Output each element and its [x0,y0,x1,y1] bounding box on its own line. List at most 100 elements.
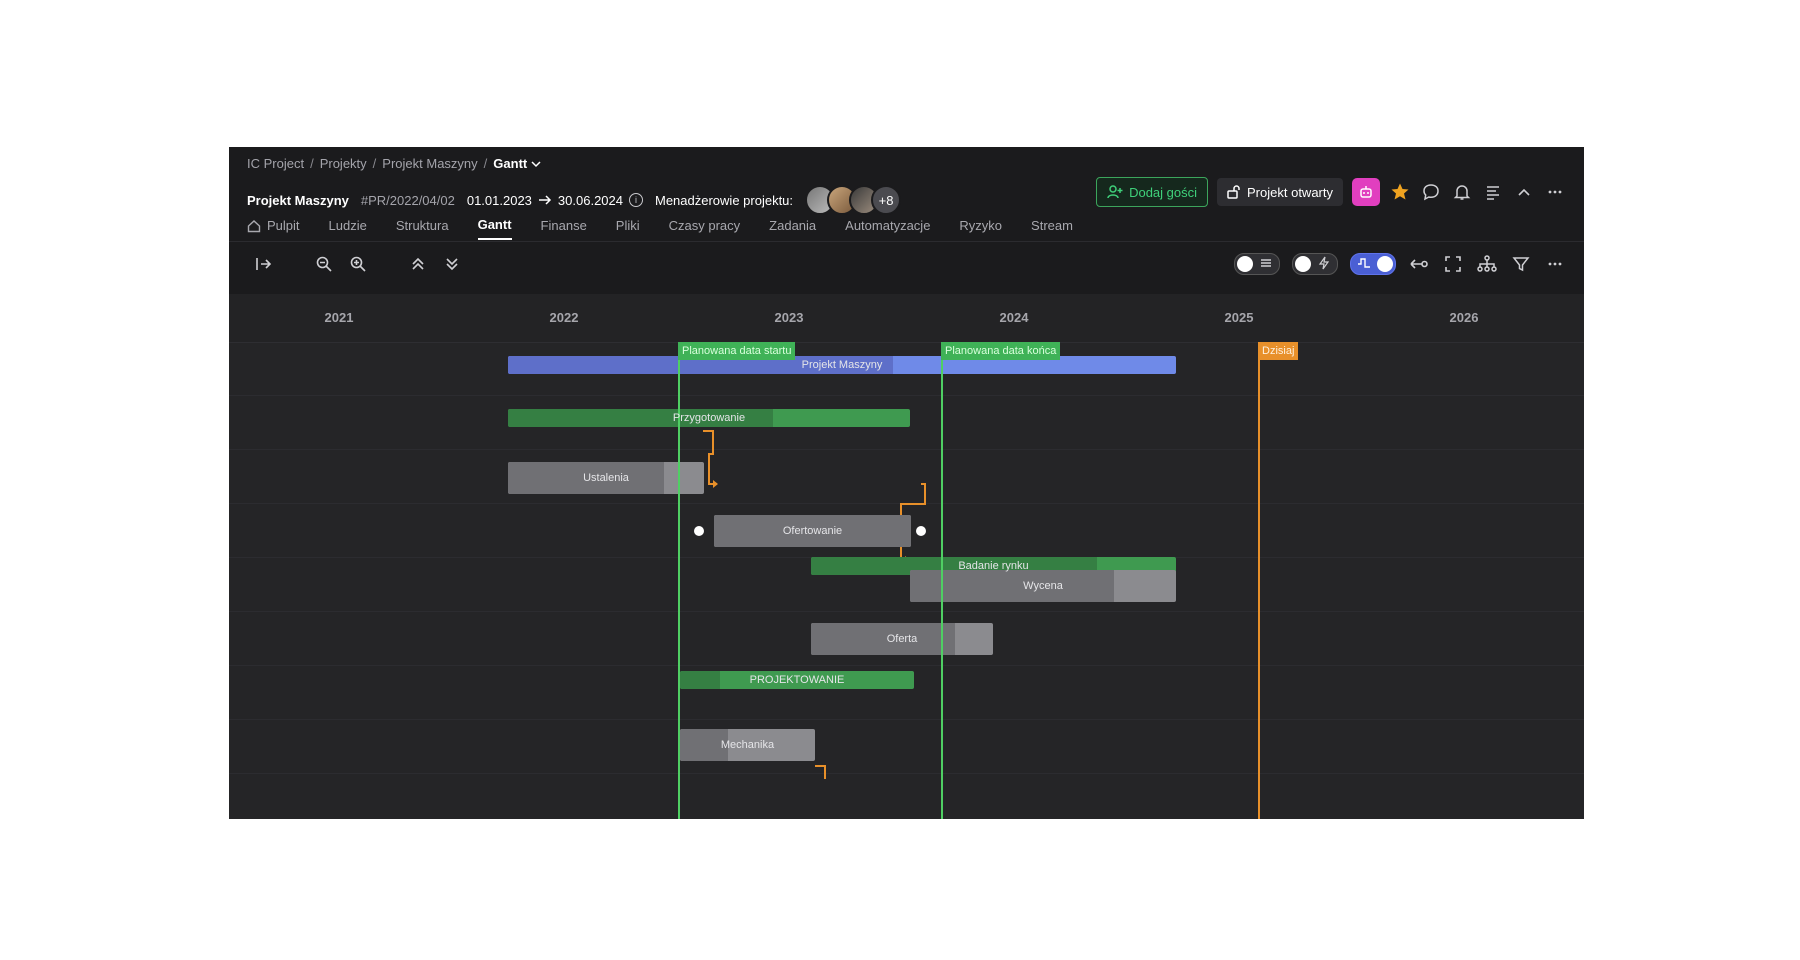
more-managers-badge[interactable]: +8 [871,185,902,215]
collapse-panel-icon[interactable] [253,253,275,275]
tab-automatyzacje[interactable]: Automatyzacje [845,217,930,240]
breadcrumb-item-projekt[interactable]: Projekt Maszyny [382,156,477,171]
gantt-bar-ofertowanie[interactable]: Ofertowanie [714,515,911,547]
tab-label: Czasy pracy [668,218,741,233]
tab-stream[interactable]: Stream [1031,217,1073,240]
filter-icon[interactable] [1510,253,1532,275]
bar-label: Wycena [1023,580,1063,592]
zoom-in-icon[interactable] [347,253,369,275]
critical-path-toggle[interactable] [1292,253,1338,275]
bar-label: Ofertowanie [782,525,843,537]
tab-gantt[interactable]: Gantt [477,217,512,240]
project-info-row: Projekt Maszyny #PR/2022/04/02 01.01.202… [247,185,902,215]
gantt-bar-wycena[interactable]: Wycena [910,570,1176,602]
tab-pliki[interactable]: Pliki [616,217,640,240]
arrow-right-icon [538,195,551,205]
today-line [1258,342,1260,819]
toggle-knob [1377,256,1393,272]
dependency-handle[interactable] [916,526,926,536]
bar-label: Projekt Maszyny [801,359,883,371]
breadcrumb-current: Gantt [493,156,528,171]
dependency-arrow [703,430,717,485]
progress-fill [811,623,955,655]
project-open-button[interactable]: Projekt otwarty [1217,178,1343,206]
bar-label: Oferta [886,633,918,645]
breadcrumb-separator: / [310,156,314,171]
expand-all-icon[interactable] [441,253,463,275]
tab-ludzie[interactable]: Ludzie [329,217,367,240]
bar-label: Przygotowanie [672,412,746,424]
tab-label: Stream [1031,218,1073,233]
gantt-toolbar-right [1234,253,1566,275]
toggle-knob [1295,256,1311,272]
zoom-out-icon[interactable] [313,253,335,275]
add-user-icon [1107,185,1123,199]
baseline-icon[interactable] [1408,253,1430,275]
tab-czasy-pracy[interactable]: Czasy pracy [669,217,741,240]
gantt-toolbar-left [253,253,463,275]
star-icon[interactable] [1389,181,1411,203]
tab-label: Ludzie [328,218,367,233]
info-icon[interactable]: i [629,193,643,207]
breadcrumb-view-selector[interactable]: Gantt [493,156,541,171]
gantt-bar-ustalenia[interactable]: Ustalenia [508,462,704,494]
project-code: #PR/2022/04/02 [360,192,455,208]
add-guests-button[interactable]: Dodaj gości [1096,177,1209,207]
tab-pulpit[interactable]: Pulpit [247,217,300,240]
bar-label: PROJEKTOWANIE [749,674,845,686]
header-actions: Dodaj gości Projekt otwarty [1096,177,1566,207]
tab-label: Automatyzacje [845,218,931,233]
app-window: IC Project / Projekty / Projekt Maszyny … [229,147,1584,819]
project-start-date: 01.01.2023 [466,192,532,208]
tab-ryzyko[interactable]: Ryzyko [959,217,1002,240]
tab-label: Ryzyko [959,218,1003,233]
gantt-bar-mechanika[interactable]: Mechanika [680,729,815,761]
tab-label: Pliki [615,218,640,233]
manager-avatars[interactable]: +8 [805,185,902,215]
bar-label: Badanie rynku [958,560,1029,572]
progress-fill [680,671,720,689]
list-icon[interactable] [1482,181,1504,203]
tab-zadania[interactable]: Zadania [769,217,816,240]
planned-end-label: Planowana data końca [941,342,1061,360]
project-header: IC Project / Projekty / Projekt Maszyny … [229,147,1584,294]
tab-label: Pulpit [267,218,300,233]
gantt-chart: 2021 2022 2023 2024 2025 2026 Projekt Ma… [229,294,1584,819]
gantt-bar-projektowanie[interactable]: PROJEKTOWANIE [680,671,914,689]
tab-label: Zadania [769,218,817,233]
managers-label: Menadżerowie projektu: [655,192,794,208]
tab-finanse[interactable]: Finanse [541,217,587,240]
gantt-bar-projekt-maszyny[interactable]: Projekt Maszyny [508,356,1176,374]
bell-icon[interactable] [1451,181,1473,203]
breadcrumb-separator: / [372,156,377,171]
breadcrumb: IC Project / Projekty / Projekt Maszyny … [247,156,541,171]
tab-struktura[interactable]: Struktura [396,217,449,240]
add-guests-label: Dodaj gości [1129,184,1198,200]
home-icon [247,219,261,232]
dependencies-toggle[interactable] [1350,253,1396,275]
gantt-bar-przygotowanie[interactable]: Przygotowanie [508,409,910,427]
comment-icon[interactable] [1420,181,1442,203]
tab-label: Finanse [540,218,587,233]
tab-label: Struktura [395,218,449,233]
hierarchy-icon[interactable] [1476,253,1498,275]
breadcrumb-item-projekty[interactable]: Projekty [320,156,367,171]
more-icon[interactable] [1544,253,1566,275]
project-open-label: Projekt otwarty [1247,184,1333,200]
show-list-toggle[interactable] [1234,253,1280,275]
dependency-handle[interactable] [694,526,704,536]
lightning-icon [1318,256,1330,270]
more-icon[interactable] [1544,181,1566,203]
bar-label: Ustalenia [583,472,629,484]
unlock-icon [1227,185,1240,199]
dependency-arrow-head [713,480,718,488]
list-toggle-icon [1261,259,1271,267]
tab-label: Gantt [477,217,512,232]
project-avatar-button[interactable] [1352,178,1380,206]
breadcrumb-item-ic-project[interactable]: IC Project [247,156,304,171]
fullscreen-icon[interactable] [1442,253,1464,275]
breadcrumb-separator: / [483,156,488,171]
gantt-bar-oferta[interactable]: Oferta [811,623,993,655]
chevron-up-icon[interactable] [1513,181,1535,203]
collapse-all-icon[interactable] [407,253,429,275]
